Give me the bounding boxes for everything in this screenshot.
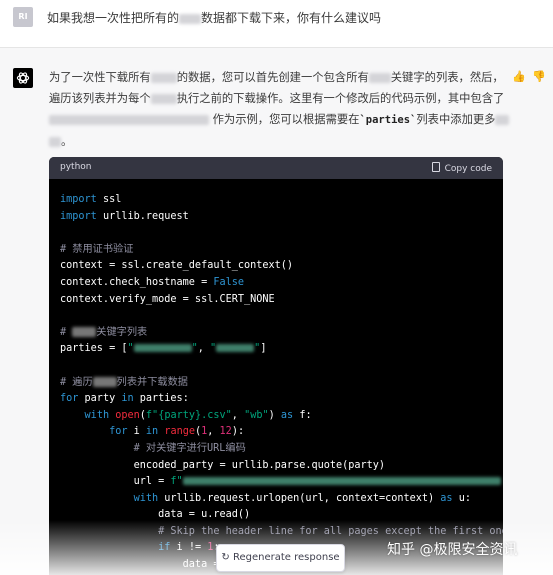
reply-segment: 。 xyxy=(61,135,73,148)
chatgpt-logo-icon xyxy=(13,68,33,88)
reply-line-4: 。 xyxy=(49,131,514,152)
redacted-word xyxy=(368,73,391,83)
user-message-text-2: 数据都下载下来，你有什么建议吗 xyxy=(201,11,382,25)
assistant-reply-text: 为了一次性下载所有 的数据，您可以首先创建一个包含所有 关键字的列表，然后， 遍历该… xyxy=(49,67,514,152)
reply-segment: 的数据，您可以首先创建一个包含所有 xyxy=(176,71,369,84)
code-body: import ssl import urllib.request # 禁用证书验… xyxy=(49,179,503,574)
page: RI 如果我想一次性把所有的 数据都下载下来，你有什么建议吗 👍 👎 为了一次性下… xyxy=(0,0,553,575)
code-header: python Copy code xyxy=(49,157,503,179)
code-block: python Copy code import ssl import urlli… xyxy=(49,157,503,575)
user-avatar: RI xyxy=(13,7,33,27)
regenerate-response-button[interactable]: ↻ Regenerate response xyxy=(216,544,345,572)
redacted-phrase xyxy=(49,115,209,125)
reply-line-3: 作为示例，您可以根据需要在`parties`列表中添加更多 xyxy=(49,109,514,131)
regenerate-label: Regenerate response xyxy=(233,552,340,563)
reply-segment: 执行之前的下载操作。这里有一个修改后的代码示例，其中包含了 xyxy=(176,92,505,105)
reply-segment: 为了一次性下载所有 xyxy=(49,71,151,84)
user-message-row: RI 如果我想一次性把所有的 数据都下载下来，你有什么建议吗 xyxy=(0,0,553,48)
clipboard-icon xyxy=(431,162,440,172)
redacted-word xyxy=(150,73,177,83)
reply-segment: 作为示例，您可以根据需要在 xyxy=(212,113,360,126)
redacted-word xyxy=(150,94,177,104)
thumbs-down-icon[interactable]: 👎 xyxy=(532,70,546,83)
reply-line-1: 为了一次性下载所有 的数据，您可以首先创建一个包含所有 关键字的列表，然后， xyxy=(49,67,514,88)
redacted-word xyxy=(495,115,510,125)
reply-segment: 遍历该列表并为每个 xyxy=(49,92,151,105)
code-language-label: python xyxy=(60,162,92,172)
user-message-text-1: 如果我想一次性把所有的 xyxy=(47,11,180,25)
redacted-word xyxy=(49,137,61,147)
thumbs-up-icon[interactable]: 👍 xyxy=(512,70,526,83)
inline-code: `parties` xyxy=(359,114,417,126)
reply-segment: 关键字的列表，然后， xyxy=(390,71,504,84)
watermark: 知乎 @极限安全资讯 xyxy=(387,542,518,558)
user-message: 如果我想一次性把所有的 数据都下载下来，你有什么建议吗 xyxy=(47,9,381,26)
assistant-message-row: 👍 👎 为了一次性下载所有 的数据，您可以首先创建一个包含所有 关键字的列表，然后，… xyxy=(0,48,553,575)
copy-code-button[interactable]: Copy code xyxy=(431,162,492,174)
reply-segment: 列表中添加更多 xyxy=(416,113,496,126)
copy-code-label: Copy code xyxy=(444,164,492,174)
redacted-word xyxy=(179,13,202,24)
refresh-icon: ↻ xyxy=(221,552,230,563)
reply-line-2: 遍历该列表并为每个 执行之前的下载操作。这里有一个修改后的代码示例，其中包含了 xyxy=(49,88,514,109)
